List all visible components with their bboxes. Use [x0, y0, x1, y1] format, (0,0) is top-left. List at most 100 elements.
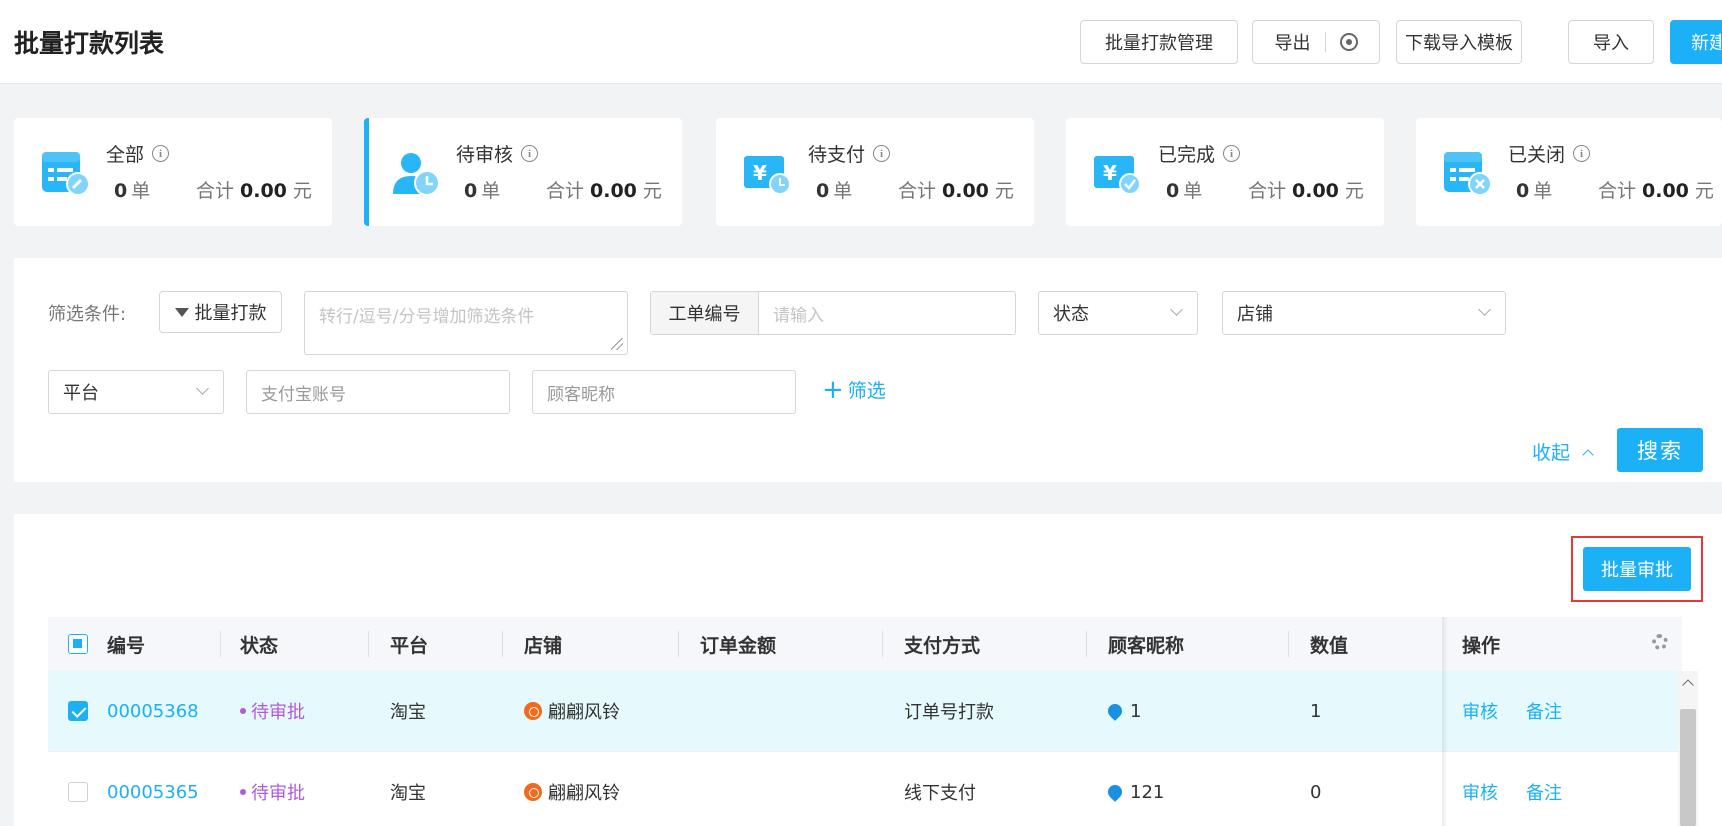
status-cell: 待审批: [240, 752, 305, 826]
stat-card-all[interactable]: 全部 i 0单 合计 0.00 元: [14, 118, 332, 226]
stat-label: 待支付: [808, 144, 866, 166]
stat-count: 0单: [114, 180, 151, 202]
taobao-shop-icon: [524, 702, 542, 720]
stat-label: 已关闭: [1508, 144, 1566, 166]
order-id-link[interactable]: 00005365: [107, 752, 199, 826]
nickname-icon: [1105, 701, 1125, 721]
multi-condition-textarea[interactable]: 转行/逗号/分号增加筛选条件: [304, 291, 628, 355]
page-header: 批量打款列表 批量打款管理 导出 下载导入模板 导入 新建: [0, 0, 1722, 84]
stat-sum: 合计 0.00 元: [196, 180, 312, 202]
order-no-label: 工单编号: [651, 292, 759, 334]
info-icon[interactable]: i: [1573, 145, 1591, 162]
stat-label: 待审核: [456, 144, 514, 166]
filter-label: 筛选条件:: [48, 304, 127, 325]
add-filter-button[interactable]: + 筛选: [822, 376, 886, 403]
table-row[interactable]: 00005368 待审批 淘宝 翩翩风铃 订单号打款 1 1 审核 备注: [48, 671, 1682, 751]
nickname-cell: 1: [1105, 671, 1141, 751]
status-dot: [240, 789, 246, 795]
column-header-status: 状态: [240, 634, 279, 657]
stat-sum: 合计 0.00 元: [546, 180, 662, 202]
info-icon[interactable]: i: [521, 145, 539, 162]
svg-text:¥: ¥: [1103, 161, 1117, 185]
info-icon[interactable]: i: [1223, 145, 1241, 162]
column-header-actions: 操作: [1462, 634, 1501, 657]
select-all-checkbox[interactable]: [68, 634, 88, 654]
info-icon[interactable]: i: [152, 145, 170, 162]
search-button[interactable]: 搜索: [1617, 428, 1703, 472]
shop-cell: 翩翩风铃: [524, 752, 620, 826]
export-button-group[interactable]: 导出: [1252, 20, 1380, 64]
note-action[interactable]: 备注: [1526, 671, 1562, 751]
stat-sum: 合计 0.00 元: [1598, 180, 1714, 202]
completed-icon: ¥: [1094, 156, 1141, 195]
import-button[interactable]: 导入: [1568, 20, 1654, 64]
scroll-up-icon[interactable]: [1682, 679, 1694, 691]
stat-card-pending-payment[interactable]: ¥ 待支付 i 0单 合计 0.00 元: [716, 118, 1034, 226]
filter-panel: 筛选条件: 批量打款 转行/逗号/分号增加筛选条件 工单编号 请输入 状态 店铺…: [14, 258, 1722, 482]
new-button[interactable]: 新建: [1670, 20, 1722, 64]
column-settings-icon[interactable]: [1652, 634, 1668, 650]
column-header-platform: 平台: [390, 634, 429, 657]
stat-card-completed[interactable]: ¥ 已完成 i 0单 合计 0.00 元: [1066, 118, 1384, 226]
scroll-thumb[interactable]: [1680, 709, 1696, 826]
stat-count: 0单: [816, 180, 853, 202]
table-scrollbar[interactable]: [1678, 671, 1698, 826]
platform-select[interactable]: 平台: [48, 370, 224, 414]
review-action[interactable]: 审核: [1462, 671, 1498, 751]
value-cell: 1: [1310, 700, 1322, 722]
download-template-button[interactable]: 下载导入模板: [1396, 20, 1522, 64]
value-cell: 0: [1310, 781, 1322, 803]
export-settings-icon[interactable]: [1339, 33, 1358, 51]
chevron-up-icon: [1582, 448, 1594, 461]
row-checkbox[interactable]: [68, 782, 88, 802]
column-header-value: 数值: [1310, 634, 1349, 657]
column-header-payment: 支付方式: [904, 634, 981, 657]
closed-icon: [1444, 152, 1492, 196]
divider: [1324, 32, 1326, 52]
status-select[interactable]: 状态: [1038, 291, 1198, 335]
collapse-button[interactable]: 收起: [1532, 438, 1594, 465]
stat-card-closed[interactable]: 已关闭 i 0单 合计 0.00 元: [1416, 118, 1722, 226]
stat-label: 已完成: [1158, 144, 1216, 166]
pending-review-icon: [393, 153, 440, 196]
column-header-id: 编号: [107, 634, 146, 657]
export-button[interactable]: 导出: [1275, 29, 1311, 55]
payment-cell: 订单号打款: [904, 702, 994, 723]
funnel-icon: [174, 307, 189, 317]
filter-type-button[interactable]: 批量打款: [159, 291, 282, 333]
row-checkbox[interactable]: [68, 701, 88, 721]
info-icon[interactable]: i: [873, 145, 891, 162]
platform-cell: 淘宝: [390, 783, 426, 804]
order-no-input[interactable]: 请输入: [759, 292, 1015, 334]
order-no-field[interactable]: 工单编号 请输入: [650, 291, 1016, 335]
fixed-column-shadow: [1442, 617, 1448, 826]
status-cell: 待审批: [240, 671, 305, 751]
stat-count: 0单: [1516, 180, 1553, 202]
nickname-icon: [1105, 782, 1125, 802]
column-header-shop: 店铺: [524, 634, 563, 657]
alipay-account-input[interactable]: 支付宝账号: [246, 370, 510, 414]
payment-cell: 线下支付: [904, 783, 976, 804]
stat-card-pending-review[interactable]: 待审核 i 0单 合计 0.00 元: [364, 118, 682, 226]
note-action[interactable]: 备注: [1526, 752, 1562, 826]
nickname-input[interactable]: 顾客昵称: [532, 370, 796, 414]
page-title: 批量打款列表: [14, 29, 165, 58]
column-header-nickname: 顾客昵称: [1108, 634, 1185, 657]
chevron-down-icon: [1170, 303, 1183, 316]
status-dot: [240, 708, 246, 714]
all-orders-icon: [42, 152, 90, 196]
taobao-shop-icon: [524, 783, 542, 801]
batch-payment-manage-button[interactable]: 批量打款管理: [1080, 20, 1238, 64]
review-action[interactable]: 审核: [1462, 752, 1498, 826]
shop-select[interactable]: 店铺: [1222, 291, 1506, 335]
order-id-link[interactable]: 00005368: [107, 671, 199, 751]
pending-payment-icon: ¥: [744, 156, 791, 195]
svg-text:¥: ¥: [753, 161, 767, 185]
table-panel: 批量审批 编号 状态 平台 店铺 订单金额 支付方式 顾客昵称 数值 操作 00…: [14, 514, 1722, 826]
highlight-annotation: [1571, 536, 1703, 602]
stat-count: 0单: [464, 180, 501, 202]
stat-label: 全部: [106, 144, 145, 166]
platform-cell: 淘宝: [390, 702, 426, 723]
nickname-cell: 121: [1105, 752, 1164, 826]
table-row[interactable]: 00005365 待审批 淘宝 翩翩风铃 线下支付 121 0 审核 备注: [48, 751, 1682, 826]
